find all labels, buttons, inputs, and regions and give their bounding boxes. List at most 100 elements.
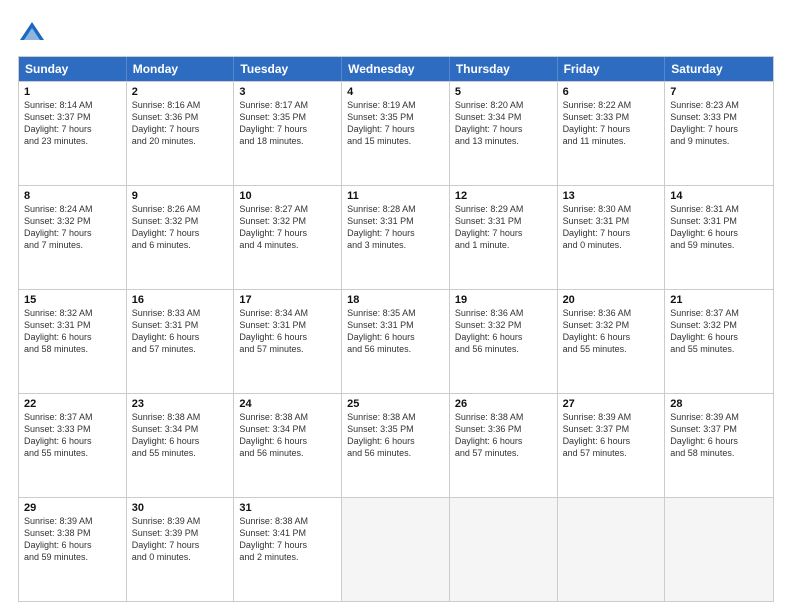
day-info: Sunrise: 8:39 AM Sunset: 3:38 PM Dayligh… — [24, 515, 121, 564]
weekday-header: Saturday — [665, 57, 773, 81]
calendar-cell: 6Sunrise: 8:22 AM Sunset: 3:33 PM Daylig… — [558, 82, 666, 185]
day-number: 3 — [239, 86, 336, 98]
calendar-row: 8Sunrise: 8:24 AM Sunset: 3:32 PM Daylig… — [19, 185, 773, 289]
day-info: Sunrise: 8:31 AM Sunset: 3:31 PM Dayligh… — [670, 203, 768, 252]
day-number: 19 — [455, 294, 552, 306]
day-number: 29 — [24, 502, 121, 514]
day-info: Sunrise: 8:38 AM Sunset: 3:34 PM Dayligh… — [132, 411, 229, 460]
calendar-cell: 7Sunrise: 8:23 AM Sunset: 3:33 PM Daylig… — [665, 82, 773, 185]
day-info: Sunrise: 8:38 AM Sunset: 3:41 PM Dayligh… — [239, 515, 336, 564]
day-number: 30 — [132, 502, 229, 514]
day-info: Sunrise: 8:22 AM Sunset: 3:33 PM Dayligh… — [563, 99, 660, 148]
day-info: Sunrise: 8:28 AM Sunset: 3:31 PM Dayligh… — [347, 203, 444, 252]
calendar-cell: 23Sunrise: 8:38 AM Sunset: 3:34 PM Dayli… — [127, 394, 235, 497]
calendar-header: SundayMondayTuesdayWednesdayThursdayFrid… — [19, 57, 773, 81]
calendar-cell: 29Sunrise: 8:39 AM Sunset: 3:38 PM Dayli… — [19, 498, 127, 601]
day-info: Sunrise: 8:17 AM Sunset: 3:35 PM Dayligh… — [239, 99, 336, 148]
calendar-cell — [558, 498, 666, 601]
day-info: Sunrise: 8:32 AM Sunset: 3:31 PM Dayligh… — [24, 307, 121, 356]
weekday-header: Tuesday — [234, 57, 342, 81]
day-info: Sunrise: 8:39 AM Sunset: 3:37 PM Dayligh… — [563, 411, 660, 460]
day-info: Sunrise: 8:30 AM Sunset: 3:31 PM Dayligh… — [563, 203, 660, 252]
calendar-row: 22Sunrise: 8:37 AM Sunset: 3:33 PM Dayli… — [19, 393, 773, 497]
day-number: 17 — [239, 294, 336, 306]
weekday-header: Monday — [127, 57, 235, 81]
calendar-cell: 14Sunrise: 8:31 AM Sunset: 3:31 PM Dayli… — [665, 186, 773, 289]
calendar-cell: 16Sunrise: 8:33 AM Sunset: 3:31 PM Dayli… — [127, 290, 235, 393]
calendar-cell — [342, 498, 450, 601]
weekday-header: Friday — [558, 57, 666, 81]
calendar-row: 15Sunrise: 8:32 AM Sunset: 3:31 PM Dayli… — [19, 289, 773, 393]
day-number: 11 — [347, 190, 444, 202]
calendar-cell: 12Sunrise: 8:29 AM Sunset: 3:31 PM Dayli… — [450, 186, 558, 289]
calendar-cell: 11Sunrise: 8:28 AM Sunset: 3:31 PM Dayli… — [342, 186, 450, 289]
calendar-cell — [450, 498, 558, 601]
day-number: 12 — [455, 190, 552, 202]
calendar-cell: 9Sunrise: 8:26 AM Sunset: 3:32 PM Daylig… — [127, 186, 235, 289]
day-info: Sunrise: 8:36 AM Sunset: 3:32 PM Dayligh… — [455, 307, 552, 356]
day-number: 5 — [455, 86, 552, 98]
calendar-cell: 30Sunrise: 8:39 AM Sunset: 3:39 PM Dayli… — [127, 498, 235, 601]
calendar-cell: 20Sunrise: 8:36 AM Sunset: 3:32 PM Dayli… — [558, 290, 666, 393]
calendar-cell: 10Sunrise: 8:27 AM Sunset: 3:32 PM Dayli… — [234, 186, 342, 289]
day-number: 7 — [670, 86, 768, 98]
day-number: 27 — [563, 398, 660, 410]
day-number: 25 — [347, 398, 444, 410]
day-info: Sunrise: 8:38 AM Sunset: 3:34 PM Dayligh… — [239, 411, 336, 460]
day-info: Sunrise: 8:35 AM Sunset: 3:31 PM Dayligh… — [347, 307, 444, 356]
day-info: Sunrise: 8:20 AM Sunset: 3:34 PM Dayligh… — [455, 99, 552, 148]
day-number: 13 — [563, 190, 660, 202]
day-info: Sunrise: 8:14 AM Sunset: 3:37 PM Dayligh… — [24, 99, 121, 148]
day-info: Sunrise: 8:37 AM Sunset: 3:33 PM Dayligh… — [24, 411, 121, 460]
day-info: Sunrise: 8:16 AM Sunset: 3:36 PM Dayligh… — [132, 99, 229, 148]
day-info: Sunrise: 8:37 AM Sunset: 3:32 PM Dayligh… — [670, 307, 768, 356]
day-number: 14 — [670, 190, 768, 202]
calendar-cell: 4Sunrise: 8:19 AM Sunset: 3:35 PM Daylig… — [342, 82, 450, 185]
calendar-cell: 18Sunrise: 8:35 AM Sunset: 3:31 PM Dayli… — [342, 290, 450, 393]
day-number: 18 — [347, 294, 444, 306]
calendar-cell: 27Sunrise: 8:39 AM Sunset: 3:37 PM Dayli… — [558, 394, 666, 497]
calendar-page: SundayMondayTuesdayWednesdayThursdayFrid… — [0, 0, 792, 612]
calendar-cell: 15Sunrise: 8:32 AM Sunset: 3:31 PM Dayli… — [19, 290, 127, 393]
calendar-cell: 8Sunrise: 8:24 AM Sunset: 3:32 PM Daylig… — [19, 186, 127, 289]
calendar-row: 1Sunrise: 8:14 AM Sunset: 3:37 PM Daylig… — [19, 81, 773, 185]
day-number: 1 — [24, 86, 121, 98]
day-info: Sunrise: 8:38 AM Sunset: 3:36 PM Dayligh… — [455, 411, 552, 460]
calendar-cell: 31Sunrise: 8:38 AM Sunset: 3:41 PM Dayli… — [234, 498, 342, 601]
calendar-cell: 19Sunrise: 8:36 AM Sunset: 3:32 PM Dayli… — [450, 290, 558, 393]
day-info: Sunrise: 8:39 AM Sunset: 3:39 PM Dayligh… — [132, 515, 229, 564]
calendar-cell: 26Sunrise: 8:38 AM Sunset: 3:36 PM Dayli… — [450, 394, 558, 497]
calendar-cell: 28Sunrise: 8:39 AM Sunset: 3:37 PM Dayli… — [665, 394, 773, 497]
weekday-header: Wednesday — [342, 57, 450, 81]
day-info: Sunrise: 8:33 AM Sunset: 3:31 PM Dayligh… — [132, 307, 229, 356]
calendar-row: 29Sunrise: 8:39 AM Sunset: 3:38 PM Dayli… — [19, 497, 773, 601]
day-number: 28 — [670, 398, 768, 410]
weekday-header: Thursday — [450, 57, 558, 81]
day-number: 10 — [239, 190, 336, 202]
day-number: 31 — [239, 502, 336, 514]
calendar-cell — [665, 498, 773, 601]
calendar-cell: 22Sunrise: 8:37 AM Sunset: 3:33 PM Dayli… — [19, 394, 127, 497]
logo-icon — [18, 18, 46, 46]
day-info: Sunrise: 8:39 AM Sunset: 3:37 PM Dayligh… — [670, 411, 768, 460]
calendar-cell: 2Sunrise: 8:16 AM Sunset: 3:36 PM Daylig… — [127, 82, 235, 185]
day-number: 21 — [670, 294, 768, 306]
logo — [18, 18, 50, 46]
calendar-cell: 1Sunrise: 8:14 AM Sunset: 3:37 PM Daylig… — [19, 82, 127, 185]
day-number: 24 — [239, 398, 336, 410]
day-number: 4 — [347, 86, 444, 98]
day-number: 2 — [132, 86, 229, 98]
day-info: Sunrise: 8:36 AM Sunset: 3:32 PM Dayligh… — [563, 307, 660, 356]
day-info: Sunrise: 8:26 AM Sunset: 3:32 PM Dayligh… — [132, 203, 229, 252]
day-number: 22 — [24, 398, 121, 410]
calendar-cell: 25Sunrise: 8:38 AM Sunset: 3:35 PM Dayli… — [342, 394, 450, 497]
day-info: Sunrise: 8:29 AM Sunset: 3:31 PM Dayligh… — [455, 203, 552, 252]
day-number: 8 — [24, 190, 121, 202]
day-number: 9 — [132, 190, 229, 202]
day-info: Sunrise: 8:38 AM Sunset: 3:35 PM Dayligh… — [347, 411, 444, 460]
day-info: Sunrise: 8:27 AM Sunset: 3:32 PM Dayligh… — [239, 203, 336, 252]
day-number: 6 — [563, 86, 660, 98]
calendar: SundayMondayTuesdayWednesdayThursdayFrid… — [18, 56, 774, 602]
calendar-cell: 21Sunrise: 8:37 AM Sunset: 3:32 PM Dayli… — [665, 290, 773, 393]
calendar-cell: 17Sunrise: 8:34 AM Sunset: 3:31 PM Dayli… — [234, 290, 342, 393]
